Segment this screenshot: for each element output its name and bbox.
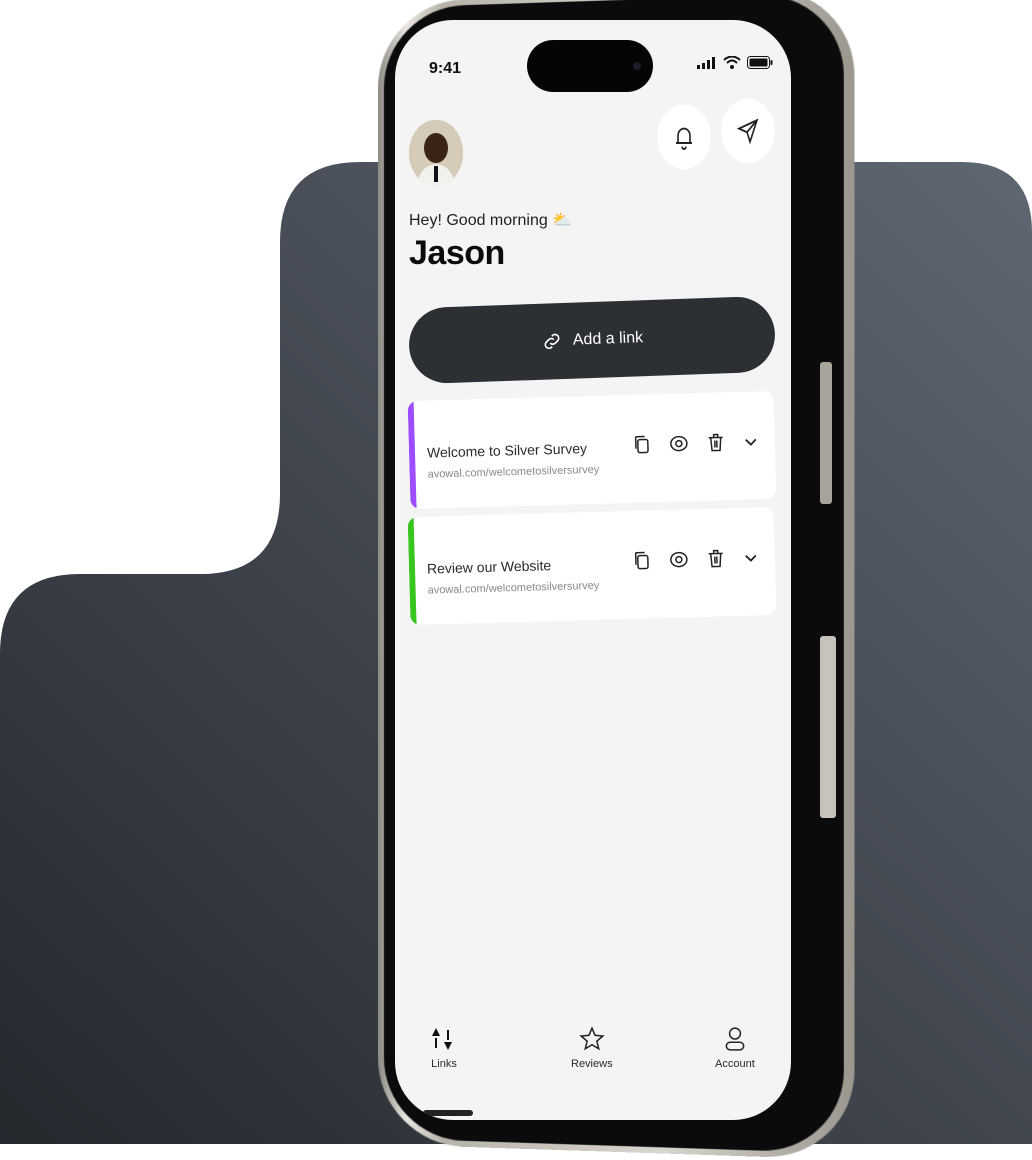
link-title: Welcome to Silver Survey	[426, 440, 588, 461]
send-icon	[736, 118, 759, 145]
status-time: 9:41	[429, 60, 462, 77]
nav-label: Account	[715, 1058, 755, 1070]
chevron-down-icon[interactable]	[743, 549, 759, 565]
nav-label: Reviews	[571, 1058, 613, 1070]
battery-icon	[747, 56, 773, 69]
nav-item-reviews[interactable]: Reviews	[571, 1026, 613, 1070]
eye-icon[interactable]	[669, 549, 690, 570]
link-title: Review our Website	[426, 557, 552, 577]
greeting-text: Hey! Good morning ⛅	[409, 210, 572, 230]
add-link-button[interactable]: Add a link	[407, 295, 777, 385]
side-button-lower	[820, 636, 836, 818]
send-button[interactable]	[721, 98, 775, 164]
avatar-portrait	[409, 120, 463, 186]
trash-icon[interactable]	[707, 548, 726, 568]
card-accent-bar	[407, 516, 417, 626]
add-link-label: Add a link	[572, 329, 644, 349]
copy-icon[interactable]	[633, 550, 652, 570]
links-icon	[432, 1028, 452, 1050]
chevron-down-icon[interactable]	[743, 433, 759, 449]
status-icons	[697, 56, 773, 69]
camera-icon	[633, 62, 641, 70]
greeting-label: Hey! Good morning	[409, 212, 548, 229]
side-button	[820, 362, 832, 504]
sun-cloud-icon: ⛅	[552, 212, 573, 229]
avatar[interactable]	[409, 120, 463, 186]
card-actions	[633, 431, 760, 455]
card-actions	[633, 547, 760, 571]
home-indicator	[423, 1110, 473, 1116]
user-icon	[725, 1027, 745, 1051]
trash-icon[interactable]	[707, 432, 726, 452]
app-screen: 9:41 Hey! Good morning ⛅ Jason Add a lin…	[395, 20, 791, 1120]
nav-item-links[interactable]: Links	[431, 1026, 457, 1070]
link-card[interactable]: Welcome to Silver Survey avowal.com/welc…	[407, 390, 777, 510]
bottom-nav: Links Reviews Account	[395, 1010, 791, 1120]
notifications-button[interactable]	[657, 104, 711, 170]
link-url: avowal.com/welcometosilversurvey	[427, 463, 600, 481]
user-name: Jason	[409, 234, 505, 272]
eye-icon[interactable]	[669, 433, 690, 454]
nav-item-account[interactable]: Account	[715, 1026, 755, 1070]
bell-icon	[676, 127, 692, 150]
dynamic-island	[527, 40, 653, 92]
star-icon	[579, 1026, 605, 1051]
card-accent-bar	[407, 400, 417, 510]
link-icon	[544, 333, 560, 350]
wifi-icon	[723, 56, 741, 69]
nav-label: Links	[431, 1058, 457, 1070]
signal-icon	[697, 56, 715, 69]
link-card[interactable]: Review our Website avowal.com/welcometos…	[407, 506, 777, 626]
link-url: avowal.com/welcometosilversurvey	[427, 579, 600, 597]
copy-icon[interactable]	[633, 434, 652, 454]
